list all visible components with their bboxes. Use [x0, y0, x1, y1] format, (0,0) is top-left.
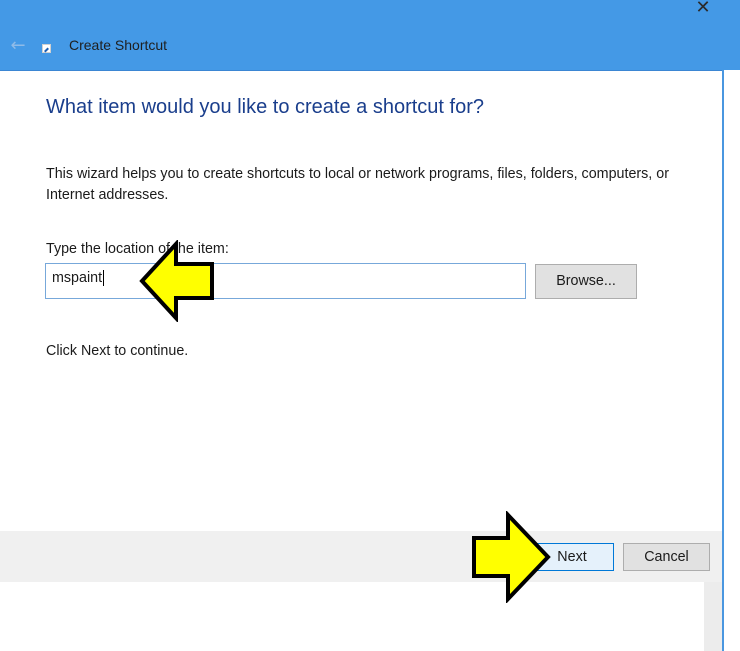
title-bar-divider	[0, 70, 722, 71]
window-title: Create Shortcut	[69, 37, 168, 53]
location-value: mspaint	[52, 270, 103, 286]
background-strip	[704, 582, 722, 651]
page-heading: What item would you like to create a sho…	[46, 96, 484, 118]
shortcut-icon	[42, 44, 51, 53]
continue-instruction: Click Next to continue.	[46, 343, 189, 359]
text-cursor	[103, 270, 105, 287]
pointer-arrow-left-icon	[139, 240, 214, 322]
close-icon[interactable]: ✕	[693, 0, 713, 18]
location-input[interactable]: mspaint	[45, 263, 526, 299]
browse-button[interactable]: Browse...	[535, 264, 637, 299]
cancel-button[interactable]: Cancel	[623, 543, 710, 571]
pointer-arrow-right-icon	[472, 511, 551, 603]
background-area	[724, 70, 740, 651]
title-bar	[0, 0, 740, 70]
wizard-description: This wizard helps you to create shortcut…	[46, 166, 669, 203]
window-border	[722, 70, 724, 651]
back-arrow-icon[interactable]: ←	[8, 36, 28, 56]
